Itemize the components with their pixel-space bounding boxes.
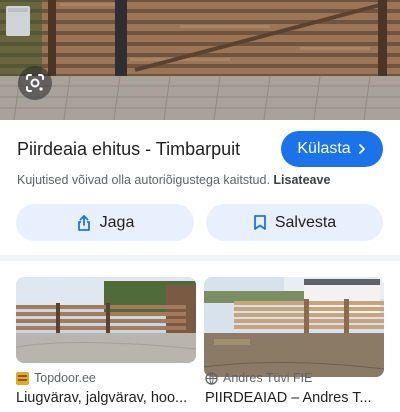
copyright-text: Kujutised võivad olla autoriõigustega ka…: [17, 173, 270, 187]
save-button-label: Salvesta: [274, 213, 337, 231]
globe-icon: [205, 371, 218, 385]
share-button[interactable]: Jaga: [16, 204, 194, 241]
hero-image[interactable]: [0, 0, 400, 120]
topdoor-favicon: [16, 371, 29, 385]
chevron-right-icon: [358, 144, 365, 154]
save-button[interactable]: Salvesta: [206, 204, 383, 241]
sliding-gate-photo: [16, 277, 196, 363]
related-title-2[interactable]: PIIRDEAIAD – Andres T...: [205, 390, 383, 406]
related-source-1[interactable]: Topdoor.ee: [16, 371, 96, 385]
related-image-1[interactable]: [16, 277, 196, 363]
copyright-notice: Kujutised võivad olla autoriõigustega ka…: [17, 173, 330, 187]
related-source-1-label: Topdoor.ee: [34, 371, 96, 385]
fence-gate-photo: [0, 0, 400, 120]
related-image-2[interactable]: [204, 277, 384, 377]
share-icon: [77, 214, 90, 231]
section-divider: [0, 255, 400, 261]
bookmark-icon: [253, 215, 266, 230]
result-title[interactable]: Piirdeaia ehitus - Timbarpuit: [17, 139, 240, 160]
related-title-1[interactable]: Liugvärav, jalgvärav, hoo...: [16, 390, 196, 406]
visit-button-label: Külasta: [297, 140, 351, 157]
wooden-fence-photo: [204, 277, 384, 377]
related-source-2-label: Andres Tüvi FIE: [223, 371, 313, 385]
visit-button[interactable]: Külasta: [281, 131, 383, 167]
learn-more-link[interactable]: Lisateave: [273, 173, 330, 187]
share-button-label: Jaga: [99, 213, 135, 231]
related-source-2[interactable]: Andres Tüvi FIE: [205, 371, 312, 385]
google-lens-button[interactable]: [18, 66, 52, 100]
google-lens-icon: [26, 74, 44, 92]
